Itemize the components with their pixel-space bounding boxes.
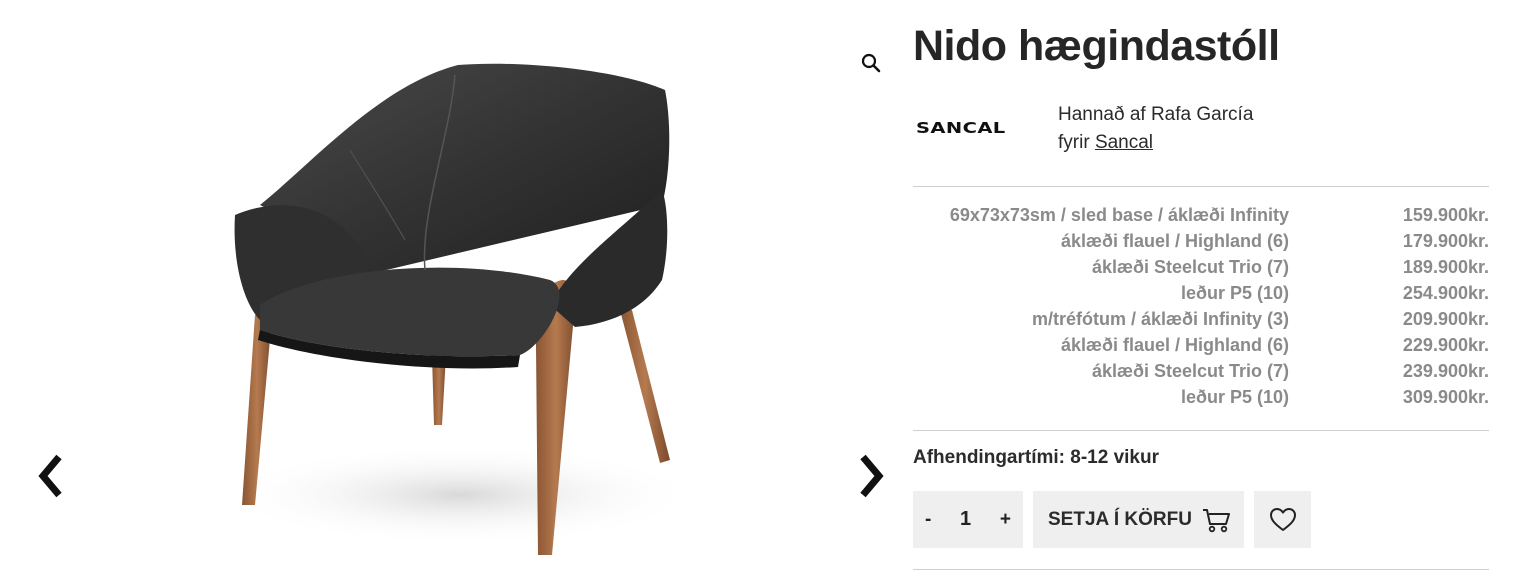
variant-price: 189.900kr. bbox=[1402, 256, 1489, 277]
variant-price: 309.900kr. bbox=[1402, 386, 1489, 407]
product-gallery bbox=[0, 0, 900, 579]
variant-name: leður P5 (10) bbox=[1180, 386, 1289, 407]
divider bbox=[913, 186, 1489, 187]
divider bbox=[913, 430, 1489, 431]
variant-name: áklæði flauel / Highland (6) bbox=[1060, 230, 1289, 251]
variant-row: leður P5 (10) 254.900kr. bbox=[913, 280, 1489, 306]
designer-line: Hannað af Rafa García bbox=[1058, 104, 1254, 125]
variant-row: m/tréfótum / áklæði Infinity (3) 209.900k… bbox=[913, 306, 1489, 332]
brand-prefix: fyrir bbox=[1058, 132, 1090, 153]
add-to-cart-button[interactable]: SETJA Í KÖRFU bbox=[1033, 491, 1244, 548]
variant-row: áklæði Steelcut Trio (7) 239.900kr. bbox=[913, 358, 1489, 384]
brand-line: fyrir Sancal bbox=[1058, 129, 1253, 157]
quantity-decrease-button[interactable]: - bbox=[925, 509, 931, 531]
variant-row: áklæði flauel / Highland (6) 179.900kr. bbox=[913, 228, 1489, 254]
wishlist-button[interactable] bbox=[1254, 491, 1311, 548]
chevron-right-icon bbox=[860, 454, 884, 498]
variant-row: áklæði flauel / Highland (6) 229.900kr. bbox=[913, 332, 1489, 358]
variant-row: 69x73x73sm / sled base / áklæði Infinity… bbox=[913, 202, 1489, 228]
quantity-increase-button[interactable]: + bbox=[1000, 509, 1011, 531]
variant-price: 254.900kr. bbox=[1402, 282, 1489, 303]
add-to-cart-label: SETJA Í KÖRFU bbox=[1048, 508, 1192, 530]
variant-name: m/tréfótum / áklæði Infinity (3) bbox=[1031, 308, 1289, 329]
magnifier-icon bbox=[861, 53, 881, 73]
zoom-button[interactable] bbox=[858, 50, 884, 76]
variant-price: 239.900kr. bbox=[1402, 360, 1489, 381]
delivery-time: Afhendingartími: 8-12 vikur bbox=[913, 447, 1159, 468]
quantity-stepper: - 1 + bbox=[913, 491, 1023, 548]
variant-price: 209.900kr. bbox=[1402, 308, 1489, 329]
product-image bbox=[220, 63, 700, 555]
variant-price: 179.900kr. bbox=[1402, 230, 1489, 251]
divider bbox=[913, 569, 1489, 570]
heart-icon bbox=[1269, 507, 1296, 531]
previous-image-button[interactable] bbox=[30, 451, 70, 501]
brand-link[interactable]: Sancal bbox=[1095, 132, 1153, 153]
variant-row: áklæði Steelcut Trio (7) 189.900kr. bbox=[913, 254, 1489, 280]
variant-price-list: 69x73x73sm / sled base / áklæði Infinity… bbox=[913, 202, 1489, 410]
brand-logo[interactable]: SANCAL bbox=[916, 119, 1006, 137]
variant-name: áklæði Steelcut Trio (7) bbox=[1091, 256, 1289, 277]
variant-name: leður P5 (10) bbox=[1180, 282, 1289, 303]
variant-name: 69x73x73sm / sled base / áklæði Infinity bbox=[949, 204, 1289, 225]
shopping-cart-icon bbox=[1203, 509, 1230, 533]
product-title: Nido hægindastóll bbox=[913, 22, 1280, 70]
variant-name: áklæði flauel / Highland (6) bbox=[1060, 334, 1289, 355]
designer-credit: Hannað af Rafa García fyrir Sancal bbox=[1058, 101, 1253, 157]
variant-name: áklæði Steelcut Trio (7) bbox=[1091, 360, 1289, 381]
variant-price: 229.900kr. bbox=[1402, 334, 1489, 355]
chevron-left-icon bbox=[38, 454, 62, 498]
product-page: Nido hægindastóll SANCAL Hannað af Rafa … bbox=[0, 0, 1539, 579]
variant-row: leður P5 (10) 309.900kr. bbox=[913, 384, 1489, 410]
next-image-button[interactable] bbox=[852, 451, 892, 501]
variant-price: 159.900kr. bbox=[1402, 204, 1489, 225]
quantity-input[interactable]: 1 bbox=[960, 508, 971, 531]
